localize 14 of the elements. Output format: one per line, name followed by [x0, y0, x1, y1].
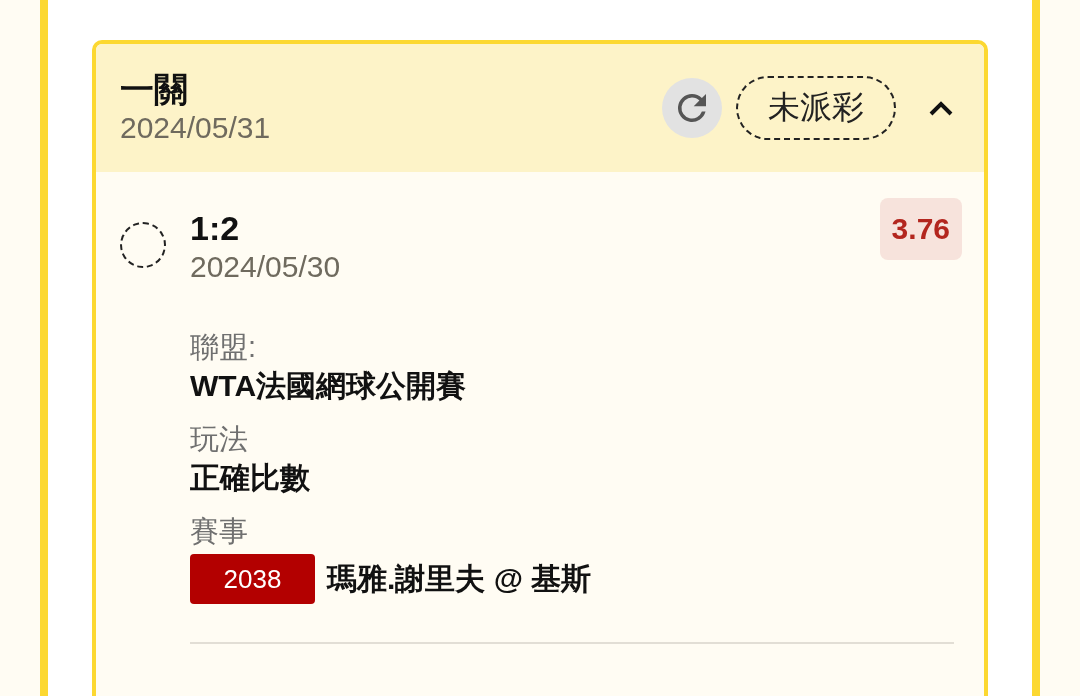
field-value: 正確比數 [190, 460, 311, 496]
status-tag: 未派彩 [736, 76, 896, 140]
radio-icon [120, 222, 166, 268]
selection-text: 1:2 [190, 208, 241, 248]
field-value: WTA法國網球公開賽 [190, 368, 468, 404]
field-label: 賽事 [190, 514, 249, 549]
bet-title: 一關 [120, 69, 189, 109]
field-value: 瑪雅.謝里夫 @ 基斯 [327, 561, 592, 597]
match-date: 2024/05/30 [190, 249, 341, 285]
field-label: 玩法 [190, 422, 249, 457]
field-label: 聯盟: [190, 330, 258, 365]
bet-date: 2024/05/31 [120, 110, 272, 146]
match-number: 2038 [190, 554, 315, 604]
odds-tag: 3.76 [879, 198, 962, 260]
